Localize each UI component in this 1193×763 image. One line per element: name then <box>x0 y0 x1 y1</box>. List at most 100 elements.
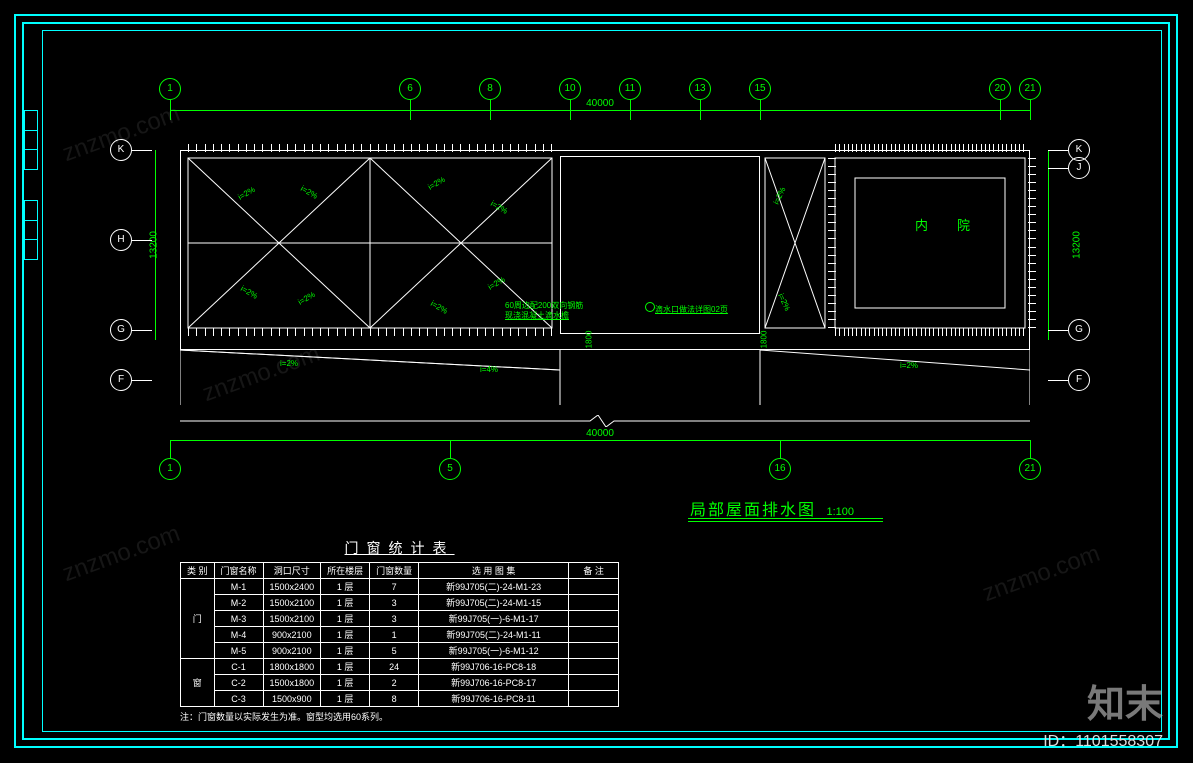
courtyard-label: 内 院 <box>915 215 978 234</box>
col-header: 门窗数量 <box>370 563 419 579</box>
svg-text:i=2%: i=2% <box>299 184 319 201</box>
grid-bubble: 1 <box>159 458 181 480</box>
table-row: M-31500x21001 层3新99J705(一)-6-M1-17 <box>181 611 619 627</box>
grid-line <box>1048 168 1068 169</box>
cell: 1 <box>370 627 419 643</box>
grid-bubble: 20 <box>989 78 1011 100</box>
ruler-left-2 <box>24 200 38 260</box>
grid-line <box>630 100 631 120</box>
grid-bubble: F <box>1068 369 1090 391</box>
grid-bubble: 13 <box>689 78 711 100</box>
cell <box>569 611 619 627</box>
door-window-table: 门窗统计表 类 别门窗名称洞口尺寸所在楼层门窗数量选 用 图 集备 注 门M-1… <box>180 538 619 723</box>
cell: 新99J705(二)-24-M1-11 <box>419 627 569 643</box>
cell: 新99J706-16-PC8-11 <box>419 691 569 707</box>
grid-line <box>490 100 491 120</box>
ticks <box>835 328 1025 336</box>
cell: 900x2100 <box>263 643 321 659</box>
cell <box>569 659 619 675</box>
cell <box>569 579 619 595</box>
grid-line <box>1030 440 1031 458</box>
grid-bubble: K <box>110 139 132 161</box>
svg-text:i=2%: i=2% <box>776 292 792 312</box>
cell: 24 <box>370 659 419 675</box>
table-row: C-21500x18001 层2新99J706-16-PC8-17 <box>181 675 619 691</box>
cell: M-4 <box>214 627 263 643</box>
col-header: 备 注 <box>569 563 619 579</box>
grid-line <box>410 100 411 120</box>
drawing-title: 局部屋面排水图 <box>690 502 816 519</box>
cell: C-1 <box>214 659 263 675</box>
cell: M-5 <box>214 643 263 659</box>
cell: 7 <box>370 579 419 595</box>
cell: 1500x1800 <box>263 675 321 691</box>
break-line <box>180 415 1030 427</box>
col-header: 类 别 <box>181 563 215 579</box>
grid-bubble: 21 <box>1019 458 1041 480</box>
cell: 1 层 <box>321 627 370 643</box>
svg-text:i=2%: i=2% <box>429 299 449 316</box>
group-cell: 门 <box>181 579 215 659</box>
grid-line <box>132 240 152 241</box>
table-row: M-21500x21001 层3新99J705(二)-24-M1-15 <box>181 595 619 611</box>
table-row: 窗C-11800x18001 层24新99J706-16-PC8-18 <box>181 659 619 675</box>
table-row: M-5900x21001 层5新99J705(一)-6-M1-12 <box>181 643 619 659</box>
table-row: C-31500x9001 层8新99J706-16-PC8-11 <box>181 691 619 707</box>
dim-right: 13200 <box>1071 231 1082 259</box>
svg-text:i=2%: i=2% <box>487 275 507 292</box>
svg-text:i=2%: i=2% <box>239 284 259 301</box>
drawing-title-row: 局部屋面排水图 1:100 <box>690 496 854 520</box>
svg-text:i=2%: i=2% <box>237 185 257 202</box>
note-detail: 滴水口做法详图02页 <box>655 304 728 315</box>
schedule-table: 类 别门窗名称洞口尺寸所在楼层门窗数量选 用 图 集备 注 门M-11500x2… <box>180 562 619 707</box>
roof-left: i=2% i=2% i=2% i=2% i=2% i=2% i=2% i=2% <box>180 150 560 350</box>
ruler-left-1 <box>24 110 38 170</box>
grid-bubble: G <box>110 319 132 341</box>
svg-text:i=2%: i=2% <box>427 175 447 192</box>
cell: 1 层 <box>321 643 370 659</box>
grid-line <box>1048 380 1068 381</box>
grid-bubble: 6 <box>399 78 421 100</box>
roof-right: i=2% i=2% <box>760 150 1030 350</box>
title-underline2 <box>688 521 883 522</box>
cell: 1500x900 <box>263 691 321 707</box>
svg-text:i=4%: i=4% <box>480 365 498 374</box>
grid-bubble: 16 <box>769 458 791 480</box>
cell: 1500x2100 <box>263 611 321 627</box>
cell <box>569 627 619 643</box>
col-header: 选 用 图 集 <box>419 563 569 579</box>
grid-line <box>1000 100 1001 120</box>
grid-line <box>570 100 571 120</box>
cell: 1800x1800 <box>263 659 321 675</box>
detail-ref-circle <box>645 302 655 312</box>
svg-text:i=2%: i=2% <box>900 361 918 370</box>
cell: 1 层 <box>321 691 370 707</box>
grid-line <box>1048 150 1068 151</box>
grid-bubble: H <box>110 229 132 251</box>
grid-bubble: 15 <box>749 78 771 100</box>
dim-line-bot <box>170 440 1030 441</box>
ticks <box>828 158 836 328</box>
cell: 1500x2100 <box>263 595 321 611</box>
grid-bubble: G <box>1068 319 1090 341</box>
col-header: 门窗名称 <box>214 563 263 579</box>
table-row: M-4900x21001 层1新99J705(二)-24-M1-11 <box>181 627 619 643</box>
dim-left: 13200 <box>148 231 159 259</box>
grid-bubble: J <box>1068 157 1090 179</box>
grid-bubble: F <box>110 369 132 391</box>
grid-line <box>760 100 761 120</box>
cell: 新99J705(二)-24-M1-23 <box>419 579 569 595</box>
cell: 新99J705(二)-24-M1-15 <box>419 595 569 611</box>
cell: 1 层 <box>321 611 370 627</box>
grid-line <box>170 100 171 120</box>
cell: 3 <box>370 595 419 611</box>
group-cell: 窗 <box>181 659 215 707</box>
cell: 1 层 <box>321 675 370 691</box>
ticks <box>835 144 1025 152</box>
cell <box>569 691 619 707</box>
drawing-scale: 1:100 <box>826 506 854 518</box>
table-title: 门窗统计表 <box>180 538 619 558</box>
col-header: 洞口尺寸 <box>263 563 321 579</box>
dim-small2: 1800 <box>759 331 768 349</box>
dim-small1: 1800 <box>584 331 593 349</box>
